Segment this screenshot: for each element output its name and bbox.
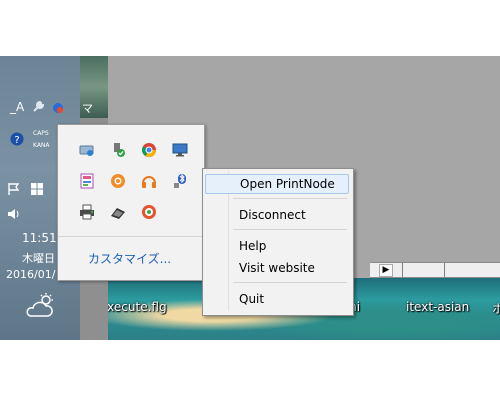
scanner-icon[interactable] bbox=[109, 203, 127, 221]
clock-day[interactable]: 木曜日 bbox=[22, 250, 55, 266]
printer-icon[interactable] bbox=[78, 203, 96, 221]
bluetooth-icon[interactable] bbox=[171, 172, 189, 190]
ime-pad-icon[interactable] bbox=[52, 102, 64, 118]
strip-label: マ bbox=[82, 102, 93, 115]
menu-separator bbox=[233, 229, 347, 230]
desktop-file-label[interactable]: execute.flg bbox=[100, 300, 167, 314]
printnode-icon[interactable] bbox=[78, 172, 96, 190]
update-icon[interactable] bbox=[140, 203, 158, 221]
scrollbar-divider bbox=[402, 263, 403, 277]
avast-icon[interactable] bbox=[109, 172, 127, 190]
svg-text:?: ? bbox=[14, 135, 19, 146]
menu-item-visit-website[interactable]: Visit website bbox=[205, 258, 349, 278]
printnode-context-menu: Open PrintNode Disconnect Help Visit web… bbox=[202, 168, 354, 316]
menu-separator bbox=[233, 198, 347, 199]
menu-item-quit[interactable]: Quit bbox=[205, 289, 349, 309]
notification-overflow-popup: カスタマイズ... bbox=[57, 124, 205, 281]
scroll-right-arrow-icon[interactable]: ▶ bbox=[379, 264, 393, 277]
menu-item-help[interactable]: Help bbox=[205, 236, 349, 256]
menu-item-disconnect[interactable]: Disconnect bbox=[205, 205, 349, 225]
menu-separator bbox=[233, 282, 347, 283]
desktop-file-label[interactable]: ホ bbox=[492, 300, 500, 317]
usb-safely-remove-icon[interactable] bbox=[109, 141, 127, 159]
desktop-file-label[interactable]: itext-asian bbox=[406, 300, 469, 314]
windows-icon[interactable] bbox=[30, 182, 44, 200]
clock-time[interactable]: 11:51 bbox=[22, 231, 57, 245]
volume-icon[interactable] bbox=[7, 207, 21, 225]
wrench-icon[interactable] bbox=[31, 100, 45, 118]
ime-mode-indicator[interactable]: _A bbox=[10, 100, 24, 114]
popup-divider bbox=[58, 236, 204, 237]
display-icon[interactable] bbox=[171, 141, 189, 159]
window-thumbnail-strip[interactable]: マ bbox=[80, 56, 108, 118]
screen-area: ▶ execute.flg .ini itext-asian ホ マ _A ? … bbox=[0, 56, 500, 340]
horizontal-scrollbar[interactable]: ▶ bbox=[370, 262, 500, 278]
chrome-icon[interactable] bbox=[140, 141, 158, 159]
network-drive-icon[interactable] bbox=[78, 141, 96, 159]
caps-indicator: CAPS bbox=[33, 130, 49, 137]
action-center-flag-icon[interactable] bbox=[7, 182, 21, 200]
weather-icon[interactable] bbox=[24, 292, 58, 324]
clock-date[interactable]: 2016/01/ bbox=[6, 268, 55, 281]
scrollbar-divider bbox=[444, 263, 445, 277]
kana-indicator: KANA bbox=[33, 142, 50, 149]
help-icon[interactable]: ? bbox=[10, 132, 24, 150]
menu-item-open-printnode[interactable]: Open PrintNode bbox=[205, 174, 349, 194]
customize-link[interactable]: カスタマイズ... bbox=[88, 250, 171, 267]
headphones-icon[interactable] bbox=[140, 172, 158, 190]
